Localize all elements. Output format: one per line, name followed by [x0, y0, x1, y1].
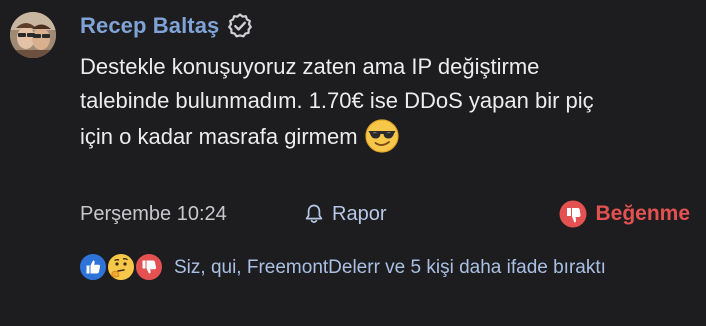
comment-line: Destekle konuşuyoruz zaten ama IP değişt… [80, 54, 540, 79]
comment-line: için o kadar masrafa girmem [80, 118, 680, 164]
bell-icon [304, 203, 324, 225]
comment-line-text: için o kadar masrafa girmem [80, 124, 358, 149]
dislike-label: Beğenme [595, 202, 690, 225]
comment-text: Destekle konuşuyoruz zaten ama IP değişt… [80, 50, 680, 164]
author-name[interactable]: Recep Baltaş [80, 12, 219, 40]
reaction-summary[interactable]: Siz, qui, FreemontDelerr ve 5 kişi daha … [78, 254, 688, 282]
thinking-face-icon [106, 252, 136, 282]
report-button[interactable]: Rapor [304, 198, 386, 230]
comment-post: Recep Baltaş Destekle konuşuyoruz zaten … [0, 0, 706, 326]
report-label: Rapor [332, 202, 387, 225]
thumbs-down-icon [134, 252, 164, 282]
thumbs-down-icon [559, 200, 587, 228]
verified-badge-icon [227, 13, 253, 39]
comment-line: talebinde bulunmadım. 1.70€ ise DDoS yap… [80, 88, 594, 113]
timestamp[interactable]: Perşembe 10:24 [80, 203, 227, 226]
thumbs-up-icon [78, 252, 108, 282]
dislike-button[interactable]: Beğenme [559, 198, 690, 230]
avatar[interactable] [10, 12, 56, 58]
reaction-icons [78, 252, 168, 282]
comment-meta: Perşembe 10:24 Rapor Beğenme [80, 198, 692, 230]
author-row: Recep Baltaş [80, 12, 253, 40]
smiling-face-with-sunglasses-icon [364, 118, 400, 164]
